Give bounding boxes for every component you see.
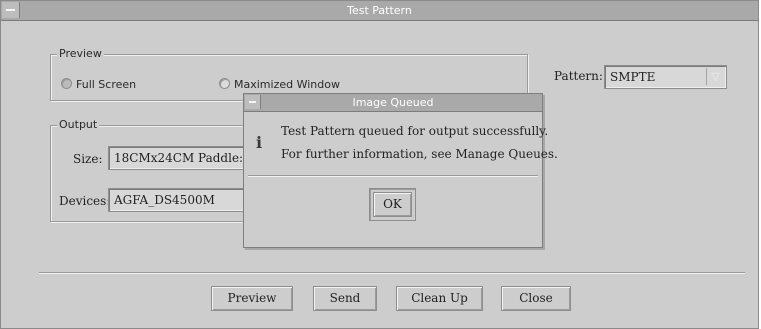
preview-legend: Preview — [57, 47, 104, 60]
pattern-label: Pattern: — [554, 69, 603, 83]
radio-full-screen[interactable]: Full Screen — [61, 78, 136, 91]
devices-field[interactable]: AGFA_DS4500M — [108, 188, 255, 212]
test-pattern-window: Test Pattern Preview Full Screen Maximiz… — [0, 0, 759, 329]
radio-full-screen-label: Full Screen — [76, 78, 137, 91]
ok-default-frame: OK — [369, 188, 416, 221]
dialog-title: Image Queued — [352, 96, 434, 109]
radio-maximized-window[interactable]: Maximized Window — [219, 78, 340, 91]
ok-button[interactable]: OK — [373, 192, 412, 217]
radio-maximized-window-label: Maximized Window — [234, 78, 340, 91]
button-separator — [39, 272, 745, 274]
send-button[interactable]: Send — [313, 286, 377, 311]
dropdown-arrow-icon[interactable]: ▽ — [706, 68, 724, 85]
dialog-titlebar[interactable]: Image Queued — [244, 94, 542, 112]
size-label: Size: — [73, 152, 103, 166]
window-titlebar[interactable]: Test Pattern — [1, 1, 758, 21]
window-title: Test Pattern — [347, 4, 412, 17]
dialog-message-line-2: For further information, see Manage Queu… — [281, 147, 558, 161]
image-queued-dialog: Image Queued i Test Pattern queued for o… — [243, 93, 558, 248]
clean-up-button[interactable]: Clean Up — [396, 286, 483, 311]
radio-selected-icon — [61, 78, 72, 89]
dialog-separator — [248, 175, 538, 177]
pattern-select-value: SMPTE — [610, 70, 656, 84]
info-icon: i — [256, 133, 263, 152]
size-field[interactable]: 18CMx24CM Paddle: — [108, 146, 255, 170]
dialog-message-line-1: Test Pattern queued for output successfu… — [281, 124, 549, 138]
pattern-select[interactable]: SMPTE ▽ — [604, 65, 727, 89]
close-button[interactable]: Close — [501, 286, 571, 311]
devices-label: Devices: — [59, 194, 111, 208]
preview-button[interactable]: Preview — [211, 286, 293, 311]
output-legend: Output — [57, 118, 100, 131]
radio-unselected-icon — [219, 78, 230, 89]
